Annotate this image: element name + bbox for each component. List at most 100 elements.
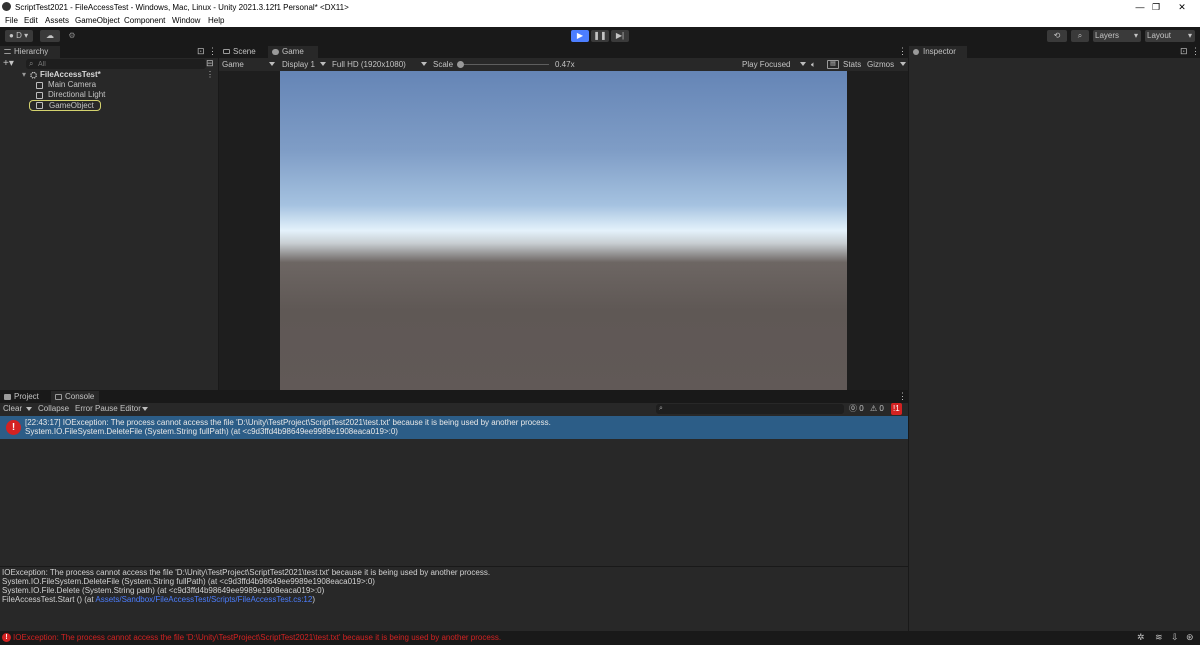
collab-button[interactable]: ⚙ — [64, 30, 80, 42]
more-options-icon[interactable]: ⋮ — [898, 392, 907, 401]
history-icon: ⟲ — [1053, 31, 1061, 40]
log-count: 0 — [859, 404, 864, 413]
stats-button[interactable]: Stats — [843, 58, 861, 71]
warning-count-toggle[interactable]: ⚠ 0 — [870, 404, 884, 414]
stacktrace-prefix: FileAccessTest.Start () (at — [2, 595, 96, 604]
menu-edit[interactable]: Edit — [24, 16, 38, 25]
chevron-down-icon — [269, 62, 275, 66]
warning-icon: ⚠ — [870, 404, 878, 413]
info-icon: ⓪ — [849, 404, 857, 413]
inspector-tab-bar: Inspector ⊡ ⋮ — [909, 46, 1200, 58]
game-viewport[interactable] — [280, 71, 847, 390]
scale-label: Scale — [433, 60, 454, 69]
tab-hierarchy[interactable]: Hierarchy — [0, 46, 60, 58]
account-button[interactable]: ● D ▾ — [5, 30, 33, 42]
error-icon: ! — [6, 420, 21, 435]
tab-inspector[interactable]: Inspector — [909, 46, 967, 58]
game-view-panel: Scene Game ⋮ Game Display 1 Full HD (192… — [219, 46, 908, 390]
list-icon — [4, 49, 11, 54]
play-focused-label: Play Focused — [742, 60, 791, 69]
mute-audio-icon[interactable]: 🔈︎ — [811, 58, 816, 71]
scene-name: FileAccessTest* — [40, 70, 101, 79]
log-count-toggle[interactable]: ⓪ 0 — [849, 404, 864, 414]
menu-assets[interactable]: Assets — [45, 16, 69, 25]
hierarchy-search-input[interactable] — [38, 59, 198, 69]
cloud-button[interactable]: ☁ — [40, 30, 60, 42]
editor-dropdown[interactable]: Editor — [120, 404, 141, 414]
status-message[interactable]: IOException: The process cannot access t… — [13, 633, 501, 643]
menu-gameobject[interactable]: GameObject — [75, 16, 120, 25]
main-toolbar: ● D ▾ ☁ ⚙ ▶ ❚❚ ▶| ⟲ ⌕ Layers ▾ Layout ▾ — [0, 27, 1200, 45]
menu-component[interactable]: Component — [124, 16, 165, 25]
gizmos-dropdown[interactable]: Gizmos — [867, 58, 907, 71]
chevron-down-icon — [421, 62, 427, 66]
expand-arrow-icon: ▾ — [22, 70, 27, 79]
scene-row[interactable]: ▾ ⛭ FileAccessTest* ⋮ — [20, 70, 218, 80]
bug-icon[interactable]: ✲ — [1137, 632, 1145, 643]
pause-button[interactable]: ❚❚ — [591, 30, 609, 42]
cache-server-icon[interactable]: ⇩ — [1171, 632, 1179, 643]
search-icon: ⌕ — [1077, 31, 1083, 40]
gizmos-label: Gizmos — [867, 60, 895, 69]
console-search-input[interactable]: ⌕ — [656, 404, 844, 414]
layout-dropdown[interactable]: Layout ▾ — [1145, 30, 1195, 42]
more-options-icon[interactable]: ⋮ — [206, 70, 214, 80]
hierarchy-item-label: Main Camera — [48, 80, 97, 89]
progress-icon[interactable]: ≋ — [1155, 632, 1163, 643]
console-entry-selected[interactable]: ! [22:43:17] IOException: The process ca… — [0, 416, 908, 439]
menu-window[interactable]: Window — [172, 16, 200, 25]
error-count: 1 — [895, 404, 900, 413]
layers-dropdown[interactable]: Layers ▾ — [1093, 30, 1141, 42]
gameobject-icon — [36, 82, 43, 89]
hierarchy-item-selected[interactable]: GameObject — [29, 100, 101, 111]
history-button[interactable]: ⟲ — [1047, 30, 1067, 42]
game-mode-label: Game — [222, 60, 244, 69]
tab-game[interactable]: Game — [268, 46, 318, 58]
console-panel: Project Console ⋮ Clear Collapse Error P… — [0, 391, 908, 631]
collab-status-icon[interactable]: ⊛ — [1186, 632, 1194, 643]
tab-scene[interactable]: Scene — [219, 46, 267, 58]
collapse-toggle[interactable]: Collapse — [38, 404, 69, 414]
hierarchy-search-field[interactable]: ⌕ — [26, 59, 206, 69]
stacktrace-file-link[interactable]: Assets/Sandbox/FileAccessTest/Scripts/Fi… — [95, 595, 312, 604]
chevron-down-icon — [900, 62, 906, 66]
account-icon: ● — [9, 31, 14, 40]
tab-console[interactable]: Console — [51, 391, 99, 403]
close-button[interactable]: ✕ — [1172, 1, 1192, 13]
game-mode-dropdown[interactable]: Game — [222, 58, 276, 71]
chevron-down-icon[interactable] — [26, 407, 32, 411]
more-options-icon[interactable]: ⋮ — [208, 47, 217, 56]
play-button[interactable]: ▶ — [571, 30, 589, 42]
scale-slider-track[interactable] — [459, 64, 549, 65]
resolution-dropdown[interactable]: Full HD (1920x1080) — [332, 58, 428, 71]
frame-debug-icon[interactable]: ▤ — [827, 60, 839, 69]
chevron-down-icon — [320, 62, 326, 66]
chevron-down-icon: ▾ — [1187, 31, 1192, 40]
clear-button[interactable]: Clear — [3, 404, 22, 414]
tab-inspector-label: Inspector — [923, 47, 956, 56]
tab-project[interactable]: Project — [0, 391, 50, 403]
more-options-icon[interactable]: ⋮ — [898, 47, 907, 56]
display-dropdown[interactable]: Display 1 — [282, 58, 328, 71]
error-icon: ! — [2, 633, 11, 642]
search-icon: ⌕ — [29, 59, 34, 68]
lock-icon[interactable]: ⊡ — [197, 47, 205, 56]
more-options-icon[interactable]: ⋮ — [1191, 47, 1200, 56]
error-pause-toggle[interactable]: Error Pause — [75, 404, 118, 414]
search-by-type-icon[interactable]: ⊟ — [206, 59, 214, 68]
menu-help[interactable]: Help — [208, 16, 224, 25]
menu-file[interactable]: File — [5, 16, 18, 25]
step-icon: ▶| — [615, 31, 625, 40]
error-count-toggle[interactable]: !1 — [891, 403, 902, 415]
add-object-button[interactable]: +▾ — [3, 58, 17, 69]
lock-icon[interactable]: ⊡ — [1180, 47, 1188, 56]
scale-slider-handle[interactable] — [457, 61, 464, 68]
step-button[interactable]: ▶| — [611, 30, 629, 42]
maximize-button[interactable]: ❐ — [1146, 1, 1166, 13]
menu-bar: File Edit Assets GameObject Component Wi… — [0, 14, 1200, 27]
chevron-down-icon: ▾ — [21, 31, 29, 40]
play-focused-dropdown[interactable]: Play Focused — [742, 58, 806, 71]
search-button[interactable]: ⌕ — [1071, 30, 1089, 42]
tab-console-label: Console — [65, 392, 95, 401]
cloud-icon: ☁ — [46, 31, 54, 40]
